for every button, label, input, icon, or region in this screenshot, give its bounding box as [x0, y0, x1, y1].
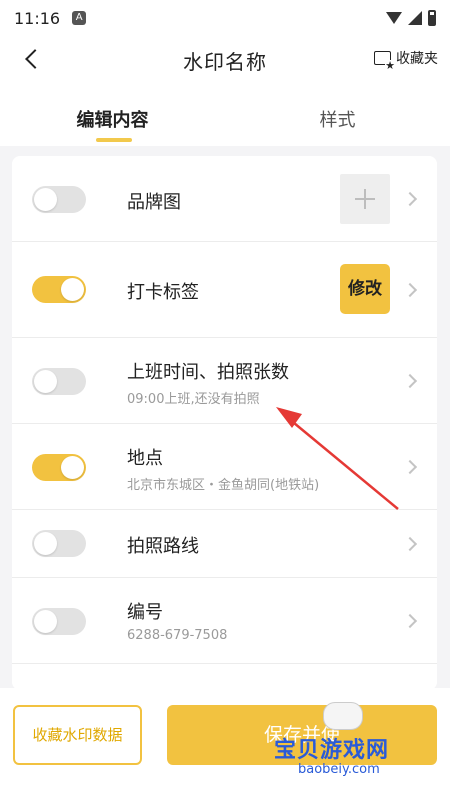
- serial-number-toggle[interactable]: [32, 608, 86, 635]
- favorites-label: 收藏夹: [396, 51, 438, 67]
- row-checkin-tag[interactable]: 打卡标签 修改: [12, 242, 437, 338]
- chevron-right-icon: [402, 536, 418, 552]
- status-time: 11:16: [14, 8, 61, 28]
- chevron-right-icon: [402, 282, 418, 298]
- watermark-fields-card: 品牌图 打卡标签 修改 上班时间、拍照张数 09:00上班,还没有拍照 地点 北…: [12, 156, 437, 690]
- row-label: 拍照路线: [127, 536, 199, 557]
- add-image-button[interactable]: [340, 174, 390, 224]
- tab-label: 编辑内容: [76, 110, 149, 131]
- row-label: 打卡标签: [127, 282, 199, 303]
- tab-bar: 编辑内容 样式: [0, 84, 450, 146]
- photo-route-toggle[interactable]: [32, 530, 86, 557]
- favorites-button[interactable]: ★ 收藏夹: [374, 48, 438, 71]
- row-label: 上班时间、拍照张数: [127, 362, 289, 383]
- row-label: 地点: [127, 448, 163, 469]
- tab-style[interactable]: 样式: [225, 84, 450, 146]
- row-subtitle: 北京市东城区・金鱼胡同(地铁站): [127, 478, 320, 493]
- row-photo-route[interactable]: 拍照路线: [12, 510, 437, 578]
- tab-edit-content[interactable]: 编辑内容: [0, 84, 225, 146]
- wifi-icon: [386, 12, 402, 24]
- checkin-tag-toggle[interactable]: [32, 276, 86, 303]
- row-label: 编号: [127, 602, 163, 623]
- tab-label: 样式: [319, 110, 356, 131]
- row-location[interactable]: 地点 北京市东城区・金鱼胡同(地铁站): [12, 424, 437, 510]
- active-tab-indicator: [96, 138, 132, 142]
- row-label: 品牌图: [127, 192, 181, 213]
- top-bar: 水印名称 ★ 收藏夹: [0, 36, 450, 84]
- save-to-favorites-button[interactable]: 收藏水印数据: [13, 705, 142, 765]
- page-title: 水印名称: [183, 49, 267, 74]
- row-brand-image[interactable]: 品牌图: [12, 156, 437, 242]
- back-arrow-icon: [25, 49, 45, 69]
- location-toggle[interactable]: [32, 454, 86, 481]
- chevron-right-icon: [402, 373, 418, 389]
- work-time-toggle[interactable]: [32, 368, 86, 395]
- notification-icon: A: [72, 11, 87, 25]
- row-serial-number[interactable]: 编号 6288-679-7508: [12, 578, 437, 664]
- chevron-right-icon: [402, 613, 418, 629]
- bottom-action-bar: 收藏水印数据 保存并使: [0, 688, 450, 800]
- brand-image-toggle[interactable]: [32, 186, 86, 213]
- status-icons: [386, 10, 436, 26]
- chevron-right-icon: [402, 191, 418, 207]
- battery-icon: [428, 10, 436, 26]
- row-subtitle: 6288-679-7508: [127, 628, 228, 643]
- folder-star-icon: ★: [374, 49, 395, 71]
- chevron-right-icon: [402, 459, 418, 475]
- back-button[interactable]: [22, 48, 50, 72]
- row-subtitle: 09:00上班,还没有拍照: [127, 392, 260, 407]
- edit-tag-button[interactable]: 修改: [340, 264, 390, 314]
- row-work-time[interactable]: 上班时间、拍照张数 09:00上班,还没有拍照: [12, 338, 437, 424]
- save-and-use-button[interactable]: 保存并使: [167, 705, 437, 765]
- status-bar: 11:16 A: [0, 0, 450, 36]
- signal-icon: [408, 11, 422, 25]
